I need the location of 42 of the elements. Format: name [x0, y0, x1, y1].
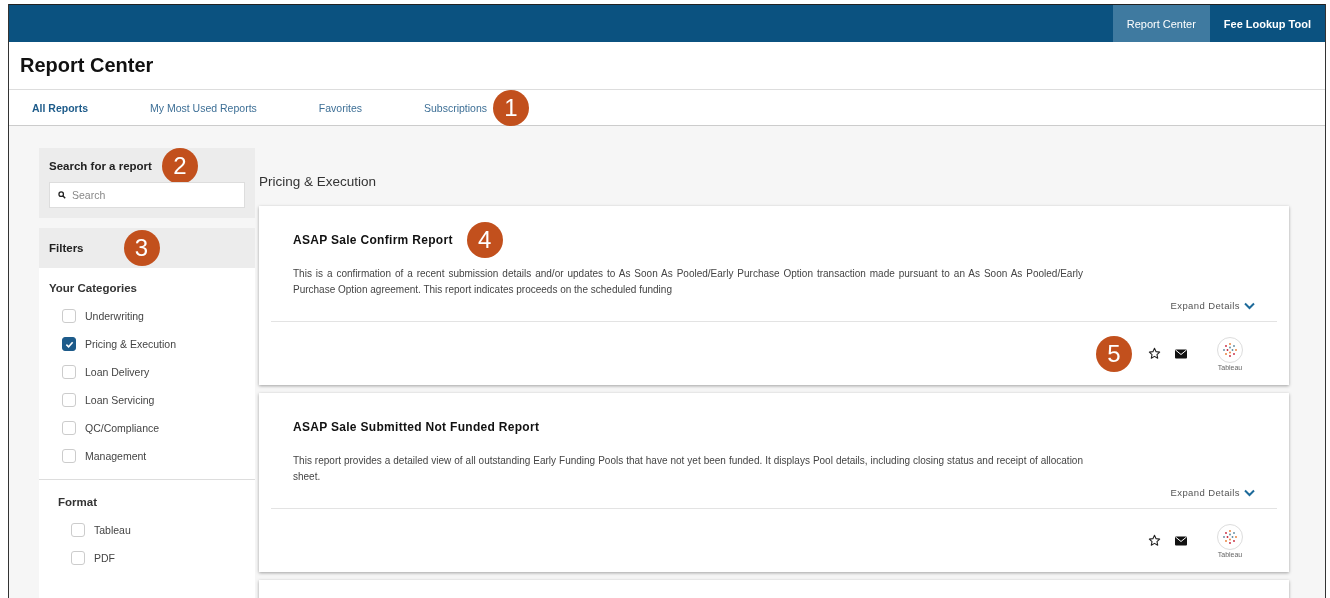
callout-marker: 4	[466, 222, 503, 258]
checkbox-label: Tableau	[94, 524, 131, 536]
top-nav-link[interactable]: Fee Lookup Tool	[1209, 5, 1325, 42]
checkbox-label: PDF	[94, 552, 115, 564]
favorite-star-button[interactable]	[1148, 534, 1161, 547]
chevron-down-icon	[1244, 488, 1255, 497]
checkbox-label: Loan Servicing	[85, 394, 155, 406]
expand-details-link[interactable]: Expand Details	[1170, 300, 1255, 311]
tableau-logo-icon	[1223, 342, 1237, 357]
callout-marker: 5	[1096, 335, 1132, 372]
expand-details-link[interactable]: Expand Details	[1170, 487, 1255, 498]
report-description: This report provides a detailed view of all outstanding Early Funding Pools that have not yet been funded. It displays Pool details, including closing status and receipt of allocation sheet.	[293, 454, 1083, 484]
callout-marker: 1	[493, 89, 529, 126]
favorite-star-button[interactable]	[1148, 347, 1161, 360]
top-nav-link[interactable]: Report Center	[1112, 5, 1210, 42]
search-title: Search for a report	[49, 160, 152, 172]
report-title: ASAP Sale Confirm Report	[293, 233, 453, 247]
checkbox-label: Underwriting	[85, 310, 144, 322]
report-tab[interactable]: Favorites	[318, 101, 362, 114]
tableau-logo-icon	[1223, 529, 1237, 544]
report-tab[interactable]: My Most Used Reports	[150, 101, 257, 114]
callout-marker: 3	[123, 230, 160, 266]
filters-title: Filters	[49, 242, 84, 254]
checkbox-label: Management	[85, 450, 147, 462]
callout-marker: 2	[161, 148, 198, 184]
mail-button[interactable]	[1175, 535, 1187, 546]
checkbox-label: Loan Delivery	[85, 366, 150, 378]
checkbox-label: QC/Compliance	[85, 422, 160, 434]
checkbox-label: Pricing & Execution	[85, 338, 177, 350]
report-title: ASAP Sale Submitted Not Funded Report	[293, 420, 540, 434]
chevron-down-icon	[1244, 301, 1255, 310]
report-tab[interactable]: Subscriptions	[424, 101, 487, 114]
page-title: Report Center	[20, 54, 154, 77]
filter-group-title: Your Categories	[49, 282, 138, 294]
section-title: Pricing & Execution	[259, 174, 378, 189]
report-description: This is a confirmation of a recent submission details and/or updates to As Soon As Pooled/Early Purchase Option transaction made pursuant to an As Soon As Pooled/Early Purchase Option agreement. This report indicates proceeds on the scheduled funding	[293, 267, 1083, 297]
filter-group-title: Format	[58, 496, 98, 508]
checkbox[interactable]	[62, 337, 76, 351]
search-icon	[58, 191, 66, 199]
mail-button[interactable]	[1175, 348, 1187, 359]
search-field[interactable]: Search	[49, 182, 245, 208]
report-tab[interactable]: All Reports	[32, 101, 88, 114]
